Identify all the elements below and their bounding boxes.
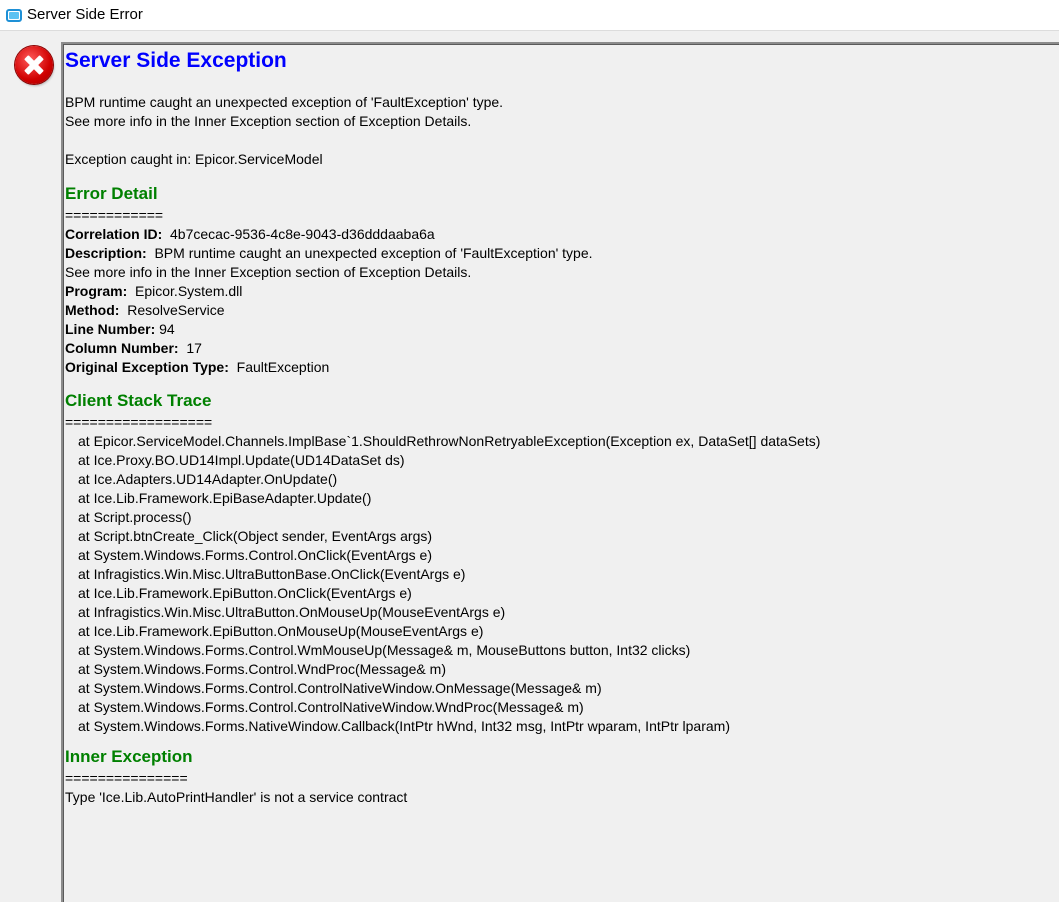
label: Method: bbox=[65, 302, 120, 318]
stack-trace-line: at System.Windows.Forms.Control.ControlN… bbox=[78, 680, 602, 696]
label: Program: bbox=[65, 283, 128, 299]
value: ResolveService bbox=[127, 302, 225, 318]
program: Program: Epicor.System.dll bbox=[65, 282, 1059, 301]
stack-trace-line: at System.Windows.Forms.Control.WndProc(… bbox=[78, 661, 446, 677]
stack-trace-line: at Epicor.ServiceModel.Channels.ImplBase… bbox=[78, 433, 821, 449]
value: BPM runtime caught an unexpected excepti… bbox=[154, 245, 593, 261]
caught-in: Exception caught in: Epicor.ServiceModel bbox=[65, 151, 323, 167]
line-number: Line Number: 94 bbox=[65, 320, 1059, 339]
separator: ================== bbox=[65, 414, 213, 430]
stack-trace-line: at Ice.Lib.Framework.EpiButton.OnMouseUp… bbox=[78, 623, 484, 639]
stack-trace-line: at Script.process() bbox=[78, 509, 192, 525]
value: 94 bbox=[159, 321, 175, 337]
value: 17 bbox=[186, 340, 202, 356]
label: Original Exception Type: bbox=[65, 359, 229, 375]
stack-trace-line: at Ice.Lib.Framework.EpiButton.OnClick(E… bbox=[78, 585, 412, 601]
value: FaultException bbox=[236, 359, 330, 375]
stack-trace-line: at System.Windows.Forms.Control.WmMouseU… bbox=[78, 642, 691, 658]
error-icon bbox=[15, 46, 53, 84]
method: Method: ResolveService bbox=[65, 301, 1059, 320]
exception-details-panel[interactable]: Server Side Exception BPM runtime caught… bbox=[61, 42, 1059, 902]
exception-title: Server Side Exception bbox=[65, 49, 287, 72]
summary-line: See more info in the Inner Exception sec… bbox=[65, 113, 472, 129]
label: Description: bbox=[65, 245, 147, 261]
stack-trace-line: at Ice.Lib.Framework.EpiBaseAdapter.Upda… bbox=[78, 490, 372, 506]
window-title: Server Side Error bbox=[27, 6, 143, 23]
description: Description: BPM runtime caught an unexp… bbox=[65, 244, 1059, 263]
stack-trace-line: at Ice.Proxy.BO.UD14Impl.Update(UD14Data… bbox=[78, 452, 405, 468]
separator: ============ bbox=[65, 207, 164, 223]
inner-exception-text: Type 'Ice.Lib.AutoPrintHandler' is not a… bbox=[65, 789, 408, 805]
stack-trace-line: at Infragistics.Win.Misc.UltraButton.OnM… bbox=[78, 604, 506, 620]
stack-trace-heading: Client Stack Trace bbox=[65, 391, 212, 410]
inner-exception-heading: Inner Exception bbox=[65, 747, 193, 766]
stack-trace-line: at System.Windows.Forms.Control.ControlN… bbox=[78, 699, 584, 715]
stack-trace-line: at Infragistics.Win.Misc.UltraButtonBase… bbox=[78, 566, 466, 582]
stack-trace: at Epicor.ServiceModel.Channels.ImplBase… bbox=[65, 432, 1059, 736]
label: Column Number: bbox=[65, 340, 179, 356]
title-bar: Server Side Error bbox=[0, 0, 1059, 31]
correlation-id: Correlation ID: 4b7cecac-9536-4c8e-9043-… bbox=[65, 225, 1059, 244]
label: Line Number: bbox=[65, 321, 156, 337]
label: Correlation ID: bbox=[65, 226, 163, 242]
error-detail-heading: Error Detail bbox=[65, 184, 158, 203]
stack-trace-line: at System.Windows.Forms.NativeWindow.Cal… bbox=[78, 718, 730, 734]
original-exception-type: Original Exception Type: FaultException bbox=[65, 358, 1059, 377]
description-cont: See more info in the Inner Exception sec… bbox=[65, 264, 472, 280]
stack-trace-line: at Ice.Adapters.UD14Adapter.OnUpdate() bbox=[78, 471, 338, 487]
app-icon bbox=[6, 9, 22, 22]
column-number: Column Number: 17 bbox=[65, 339, 1059, 358]
value: 4b7cecac-9536-4c8e-9043-d36dddaaba6a bbox=[170, 226, 435, 242]
stack-trace-line: at System.Windows.Forms.Control.OnClick(… bbox=[78, 547, 432, 563]
stack-trace-line: at Script.btnCreate_Click(Object sender,… bbox=[78, 528, 433, 544]
separator: =============== bbox=[65, 770, 188, 786]
summary-line: BPM runtime caught an unexpected excepti… bbox=[65, 94, 504, 110]
value: Epicor.System.dll bbox=[135, 283, 243, 299]
